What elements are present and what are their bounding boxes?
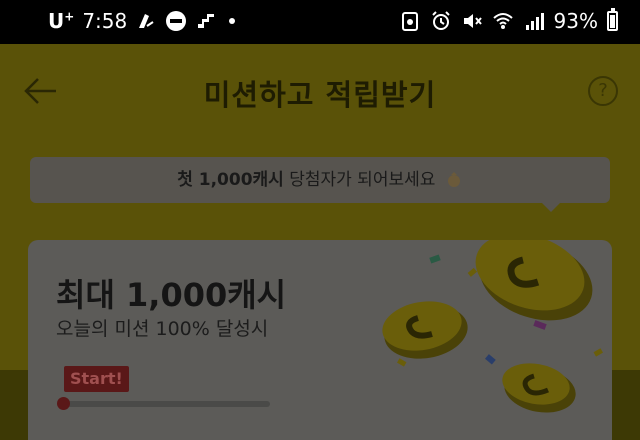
- card-title: 최대 1,000캐시: [56, 276, 287, 314]
- help-icon[interactable]: ?: [588, 76, 618, 106]
- banner-highlight: 첫 1,000캐시: [177, 170, 284, 190]
- wifi-icon: [492, 13, 513, 29]
- recycle-icon: [401, 12, 418, 31]
- app-screen: U+ 7:58 93% 미션하고 적립받기 ? 첫 1,000캐시 당첨자가 되…: [0, 0, 640, 440]
- coin-large-icon: [475, 240, 593, 321]
- more-notifications-dot: [229, 18, 236, 24]
- card-subtitle: 오늘의 미션 100% 달성시: [56, 318, 269, 340]
- battery-percent: 93%: [553, 9, 598, 33]
- battery-icon: [607, 8, 618, 31]
- lock-app-icon: [166, 11, 187, 31]
- alarm-icon: [431, 11, 450, 30]
- start-badge: Start!: [64, 366, 129, 392]
- signal-icon: [525, 13, 544, 30]
- app-header: 미션하고 적립받기 ?: [0, 44, 640, 136]
- promo-banner: 첫 1,000캐시 당첨자가 되어보세요: [30, 157, 610, 203]
- status-right: 93%: [399, 8, 618, 33]
- notification-app-icon: [139, 14, 154, 28]
- mission-card[interactable]: 최대 1,000캐시 오늘의 미션 100% 달성시 Start!: [28, 240, 612, 440]
- clock: 7:58: [82, 9, 128, 33]
- money-bag-icon: [447, 172, 460, 187]
- page-title: 미션하고 적립받기: [203, 78, 437, 112]
- stairs-app-icon: [198, 14, 215, 28]
- coin-small-icon: [502, 363, 576, 413]
- progress-track: [62, 401, 270, 407]
- coins-illustration: [382, 240, 603, 413]
- banner-pointer: [541, 202, 561, 212]
- banner-text: 당첨자가 되어보세요: [283, 170, 436, 190]
- status-left: U+ 7:58: [48, 9, 236, 33]
- status-bar: U+ 7:58 93%: [0, 0, 640, 44]
- mute-icon: [463, 14, 482, 28]
- progress-indicator: [57, 397, 70, 410]
- coin-medium-icon: [382, 301, 468, 359]
- carrier-label: U+: [48, 9, 75, 33]
